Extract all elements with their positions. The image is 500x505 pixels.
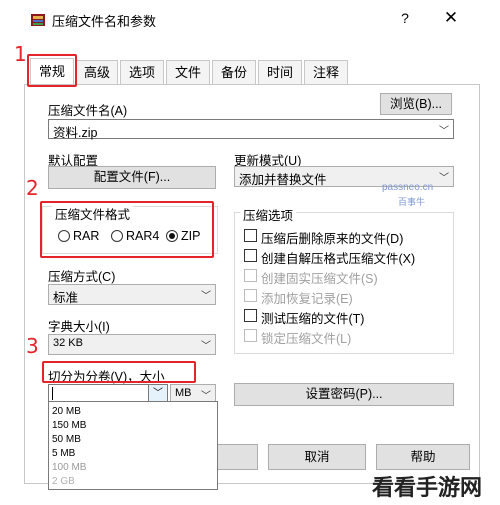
profiles-button[interactable]: 配置文件(F)...: [48, 166, 216, 189]
set-password-button[interactable]: 设置密码(P)...: [234, 383, 454, 406]
winrar-app-icon: [30, 12, 46, 28]
browse-button[interactable]: 浏览(B)...: [380, 93, 452, 115]
tab-options[interactable]: 选项: [120, 60, 164, 84]
chevron-down-icon[interactable]: ﹀: [201, 287, 211, 302]
annotation-number-2: 2: [26, 176, 39, 200]
compression-method-label: 压缩方式(C): [48, 270, 116, 284]
list-item[interactable]: 50 MB: [52, 434, 81, 445]
chevron-down-icon[interactable]: ﹀: [201, 337, 211, 352]
chevron-down-icon[interactable]: ﹀: [201, 387, 211, 402]
archive-name-label: 压缩文件名(A): [48, 104, 128, 118]
tab-advanced[interactable]: 高级: [76, 60, 118, 84]
solid-archive-label: 创建固实压缩文件(S): [261, 272, 378, 286]
dictionary-size-value: 32 KB: [53, 337, 83, 349]
compression-method-select[interactable]: 标准 ﹀: [48, 284, 216, 305]
help-question-icon[interactable]: ?: [392, 8, 418, 28]
tab-time[interactable]: 时间: [258, 60, 302, 84]
archive-options-title: 压缩选项: [240, 205, 297, 224]
dictionary-size-select[interactable]: 32 KB ﹀: [48, 334, 216, 355]
lock-archive-label: 锁定压缩文件(L): [261, 332, 352, 346]
chevron-down-icon[interactable]: ﹀: [148, 385, 167, 402]
solid-archive-checkbox: [244, 269, 257, 282]
lock-archive-checkbox: [244, 329, 257, 342]
compression-method-value: 标准: [53, 291, 79, 305]
list-item[interactable]: 100 MB: [52, 462, 86, 473]
dictionary-size-label: 字典大小(I): [48, 320, 110, 334]
annotation-box-tab: [27, 54, 77, 87]
split-unit-value: MB: [175, 387, 192, 399]
chevron-down-icon[interactable]: ﹀: [439, 169, 449, 184]
update-mode-value: 添加并替换文件: [239, 173, 327, 187]
tab-files[interactable]: 文件: [166, 60, 210, 84]
split-volumes-dropdown-list: 20 MB 150 MB 50 MB 5 MB 100 MB 2 GB: [48, 401, 218, 490]
window-title: 压缩文件名和参数: [52, 14, 157, 29]
annotation-number-3: 3: [26, 334, 39, 358]
create-sfx-label: 创建自解压格式压缩文件(X): [261, 252, 416, 266]
annotation-box-format: [40, 201, 214, 258]
text-cursor: [52, 387, 53, 400]
create-sfx-checkbox[interactable]: [244, 249, 257, 262]
watermark-site-cn: 百事牛: [398, 197, 426, 207]
recovery-record-checkbox: [244, 289, 257, 302]
archive-name-value: 资料.zip: [53, 126, 98, 140]
test-archive-checkbox[interactable]: [244, 309, 257, 322]
watermark-brand: 看看手游网: [372, 475, 483, 500]
help-button[interactable]: 帮助: [376, 444, 470, 470]
tab-backup[interactable]: 备份: [212, 60, 256, 84]
chevron-down-icon[interactable]: ﹀: [439, 122, 449, 137]
list-item[interactable]: 20 MB: [52, 406, 81, 417]
archive-name-combo[interactable]: 资料.zip ﹀: [48, 119, 454, 140]
list-item[interactable]: 5 MB: [52, 448, 75, 459]
list-item[interactable]: 2 GB: [52, 476, 75, 487]
tab-comment[interactable]: 注释: [304, 60, 348, 84]
recovery-record-label: 添加恢复记录(E): [261, 292, 353, 306]
list-item[interactable]: 150 MB: [52, 420, 86, 431]
close-icon[interactable]: ✕: [436, 8, 466, 28]
cancel-button[interactable]: 取消: [268, 444, 366, 470]
delete-after-label: 压缩后删除原来的文件(D): [261, 232, 404, 246]
annotation-number-1: 1: [14, 42, 27, 66]
watermark-site: passneo.cn: [382, 182, 434, 193]
annotation-box-split: [42, 361, 196, 383]
test-archive-label: 测试压缩的文件(T): [261, 312, 365, 326]
delete-after-checkbox[interactable]: [244, 229, 257, 242]
